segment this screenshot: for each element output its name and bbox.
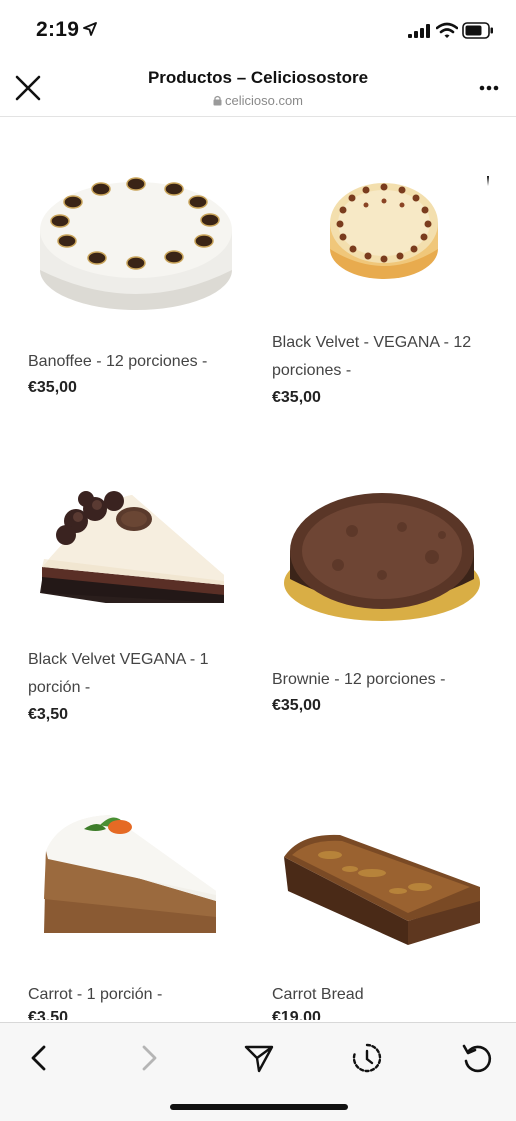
carrot-bread-image[interactable] [280,829,486,947]
product-price: €35,00 [28,379,77,396]
black-velvet-cake-image[interactable] [326,179,442,285]
product-card[interactable]: Brownie - 12 porciones - €35,00 [258,457,516,747]
product-name[interactable]: Banoffee - 12 porciones - [28,348,207,376]
lock-icon [213,95,222,106]
forward-icon[interactable] [132,1041,166,1075]
brownie-cake-image[interactable] [282,487,482,627]
product-name[interactable]: Black Velvet - VEGANA - 12 [272,329,471,357]
product-name[interactable]: Carrot - 1 porción - [28,981,162,1009]
banoffee-cake-image[interactable] [36,172,236,317]
product-name-continued[interactable]: porción - [28,674,90,702]
share-icon[interactable] [242,1041,276,1075]
product-grid: Banoffee - 12 porciones - €35,00 Black V… [0,117,516,1020]
wifi-icon [436,22,458,38]
product-price: €35,00 [272,389,321,406]
product-card[interactable]: Carrot - 1 porción - €3,50 [0,797,258,1020]
product-name[interactable]: Carrot Bread [272,981,364,1009]
status-bar: 2:19 [0,0,516,60]
history-icon[interactable] [350,1041,384,1075]
product-name[interactable]: Black Velvet VEGANA - 1 [28,646,209,674]
scroll-indicator-icon [487,176,489,186]
product-name[interactable]: Brownie - 12 porciones - [272,666,445,694]
carrot-slice-image[interactable] [40,807,220,933]
product-price: €3,50 [28,1009,69,1020]
more-options-icon[interactable] [474,82,504,94]
black-velvet-slice-image[interactable] [38,481,228,603]
product-name-continued[interactable]: porciones - [272,357,351,385]
domain-text: celicioso.com [224,93,304,108]
page-title: Productos – Celiciosostore [147,68,369,87]
product-card[interactable]: Black Velvet - VEGANA - 12 porciones - €… [258,117,516,417]
cellular-signal-icon [408,24,430,38]
reload-icon[interactable] [460,1041,494,1075]
status-time: 2:19 [36,18,80,41]
back-icon[interactable] [22,1041,56,1075]
page-domain: celicioso.com [0,93,516,108]
browser-header: Productos – Celiciosostore celicioso.com [0,60,516,117]
battery-icon [462,22,493,39]
product-card[interactable]: Carrot Bread €19,00 [258,797,516,1020]
product-price: €19,00 [272,1009,321,1020]
product-price: €35,00 [272,697,321,714]
product-price: €3,50 [28,706,69,723]
product-card[interactable]: Black Velvet VEGANA - 1 porción - €3,50 [0,457,258,747]
location-arrow-icon [83,22,97,36]
product-card[interactable]: Banoffee - 12 porciones - €35,00 [0,117,258,417]
home-indicator [170,1104,348,1110]
